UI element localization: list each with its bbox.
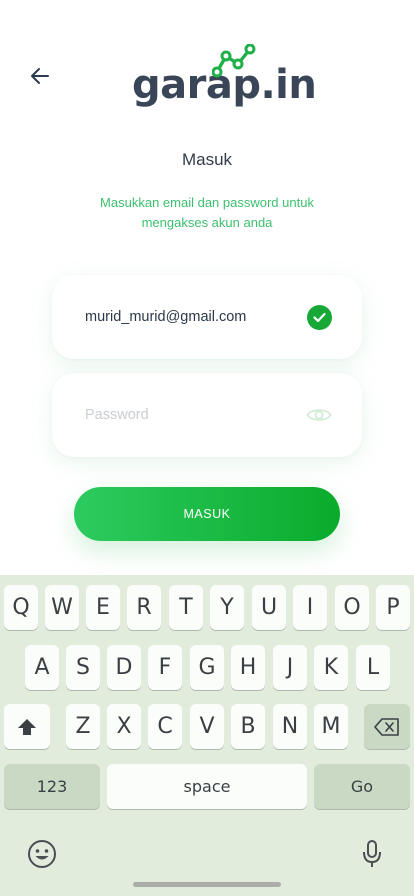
key-s[interactable]: S	[66, 645, 100, 690]
shift-key[interactable]	[4, 704, 50, 749]
password-input[interactable]: Password	[85, 407, 306, 423]
password-field[interactable]: Password	[52, 373, 362, 457]
key-u[interactable]: U	[252, 585, 286, 630]
numbers-key[interactable]: 123	[4, 764, 100, 809]
shift-icon	[18, 718, 36, 735]
key-d[interactable]: D	[107, 645, 141, 690]
space-key[interactable]: space	[107, 764, 307, 809]
key-x[interactable]: X	[107, 704, 141, 749]
key-m[interactable]: M	[314, 704, 348, 749]
key-b[interactable]: B	[231, 704, 265, 749]
key-y[interactable]: Y	[210, 585, 244, 630]
key-l[interactable]: L	[356, 645, 390, 690]
backspace-key[interactable]	[364, 704, 410, 749]
key-o[interactable]: O	[335, 585, 369, 630]
app-logo: garap.in	[132, 44, 317, 110]
page-title: Masuk	[181, 150, 233, 169]
check-icon	[307, 304, 332, 330]
microphone-icon[interactable]	[358, 838, 386, 870]
key-z[interactable]: Z	[66, 704, 100, 749]
key-k[interactable]: K	[314, 645, 348, 690]
graph-icon	[212, 44, 256, 78]
email-input[interactable]: murid_murid@gmail.com	[85, 309, 307, 325]
key-g[interactable]: G	[190, 645, 224, 690]
home-indicator[interactable]	[133, 882, 281, 887]
page-subtitle: Masukkan email dan password untuk mengak…	[100, 195, 314, 230]
back-button[interactable]	[26, 62, 54, 90]
email-field[interactable]: murid_murid@gmail.com	[52, 275, 362, 359]
key-v[interactable]: V	[190, 704, 224, 749]
login-button[interactable]: MASUK	[74, 487, 340, 541]
back-arrow-icon	[31, 68, 49, 84]
key-e[interactable]: E	[86, 585, 120, 630]
key-t[interactable]: T	[169, 585, 203, 630]
key-n[interactable]: N	[273, 704, 307, 749]
emoji-icon[interactable]	[26, 838, 58, 870]
key-f[interactable]: F	[148, 645, 182, 690]
key-q[interactable]: Q	[4, 585, 38, 630]
key-r[interactable]: R	[127, 585, 161, 630]
keyboard: Q W E R T Y U I O P A S D F G H J K L Z …	[0, 575, 414, 896]
key-p[interactable]: P	[376, 585, 410, 630]
go-key[interactable]: Go	[314, 764, 410, 809]
key-j[interactable]: J	[273, 645, 307, 690]
key-h[interactable]: H	[231, 645, 265, 690]
key-i[interactable]: I	[293, 585, 327, 630]
backspace-icon	[374, 717, 399, 736]
key-c[interactable]: C	[148, 704, 182, 749]
eye-icon[interactable]	[306, 406, 332, 424]
key-a[interactable]: A	[25, 645, 59, 690]
key-w[interactable]: W	[45, 585, 79, 630]
